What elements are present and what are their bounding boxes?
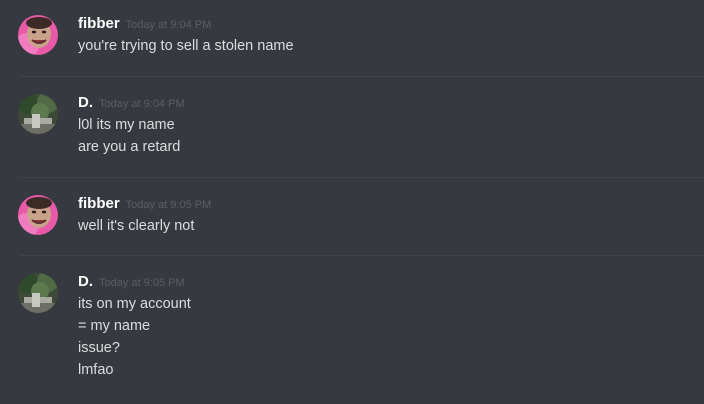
avatar[interactable] [18,15,58,55]
message-text: you're trying to sell a stolen name [78,38,294,54]
username[interactable]: fibber [78,15,120,32]
pink-face-avatar-icon [18,195,58,235]
username[interactable]: D. [78,273,93,290]
message-group: D. Today at 9:04 PM l0l its my name are y… [0,77,704,177]
timestamp: Today at 9:05 PM [99,277,185,289]
message-header: D. Today at 9:04 PM [78,94,185,112]
message-header: fibber Today at 9:04 PM [78,15,211,33]
timestamp: Today at 9:04 PM [99,98,185,110]
chat-message-list: fibber Today at 9:04 PM you're trying to … [0,0,704,404]
pink-face-avatar-icon [18,15,58,55]
timestamp: Today at 9:05 PM [125,199,212,211]
message-text: its on my account [78,296,191,312]
message-header: D. Today at 9:05 PM [78,273,185,291]
message-text: lmfao [78,362,114,378]
timestamp: Today at 9:04 PM [125,19,212,31]
message-text: issue? [78,340,120,356]
message-text: = my name [78,318,151,334]
avatar[interactable] [18,195,58,235]
message-text: are you a retard [78,139,181,155]
username[interactable]: fibber [78,195,120,212]
message-group: fibber Today at 9:05 PM well it's clearly… [0,178,704,255]
message-header: fibber Today at 9:05 PM [78,195,211,213]
avatar[interactable] [18,273,58,313]
avatar[interactable] [18,94,58,134]
message-text: l0l its my name [78,117,175,133]
username[interactable]: D. [78,94,93,111]
message-group: D. Today at 9:05 PM its on my account = m… [0,256,704,404]
nature-photo-avatar-icon [18,273,58,313]
message-group: fibber Today at 9:04 PM you're trying to … [0,0,704,76]
nature-photo-avatar-icon [18,94,58,134]
message-text: well it's clearly not [78,218,195,234]
